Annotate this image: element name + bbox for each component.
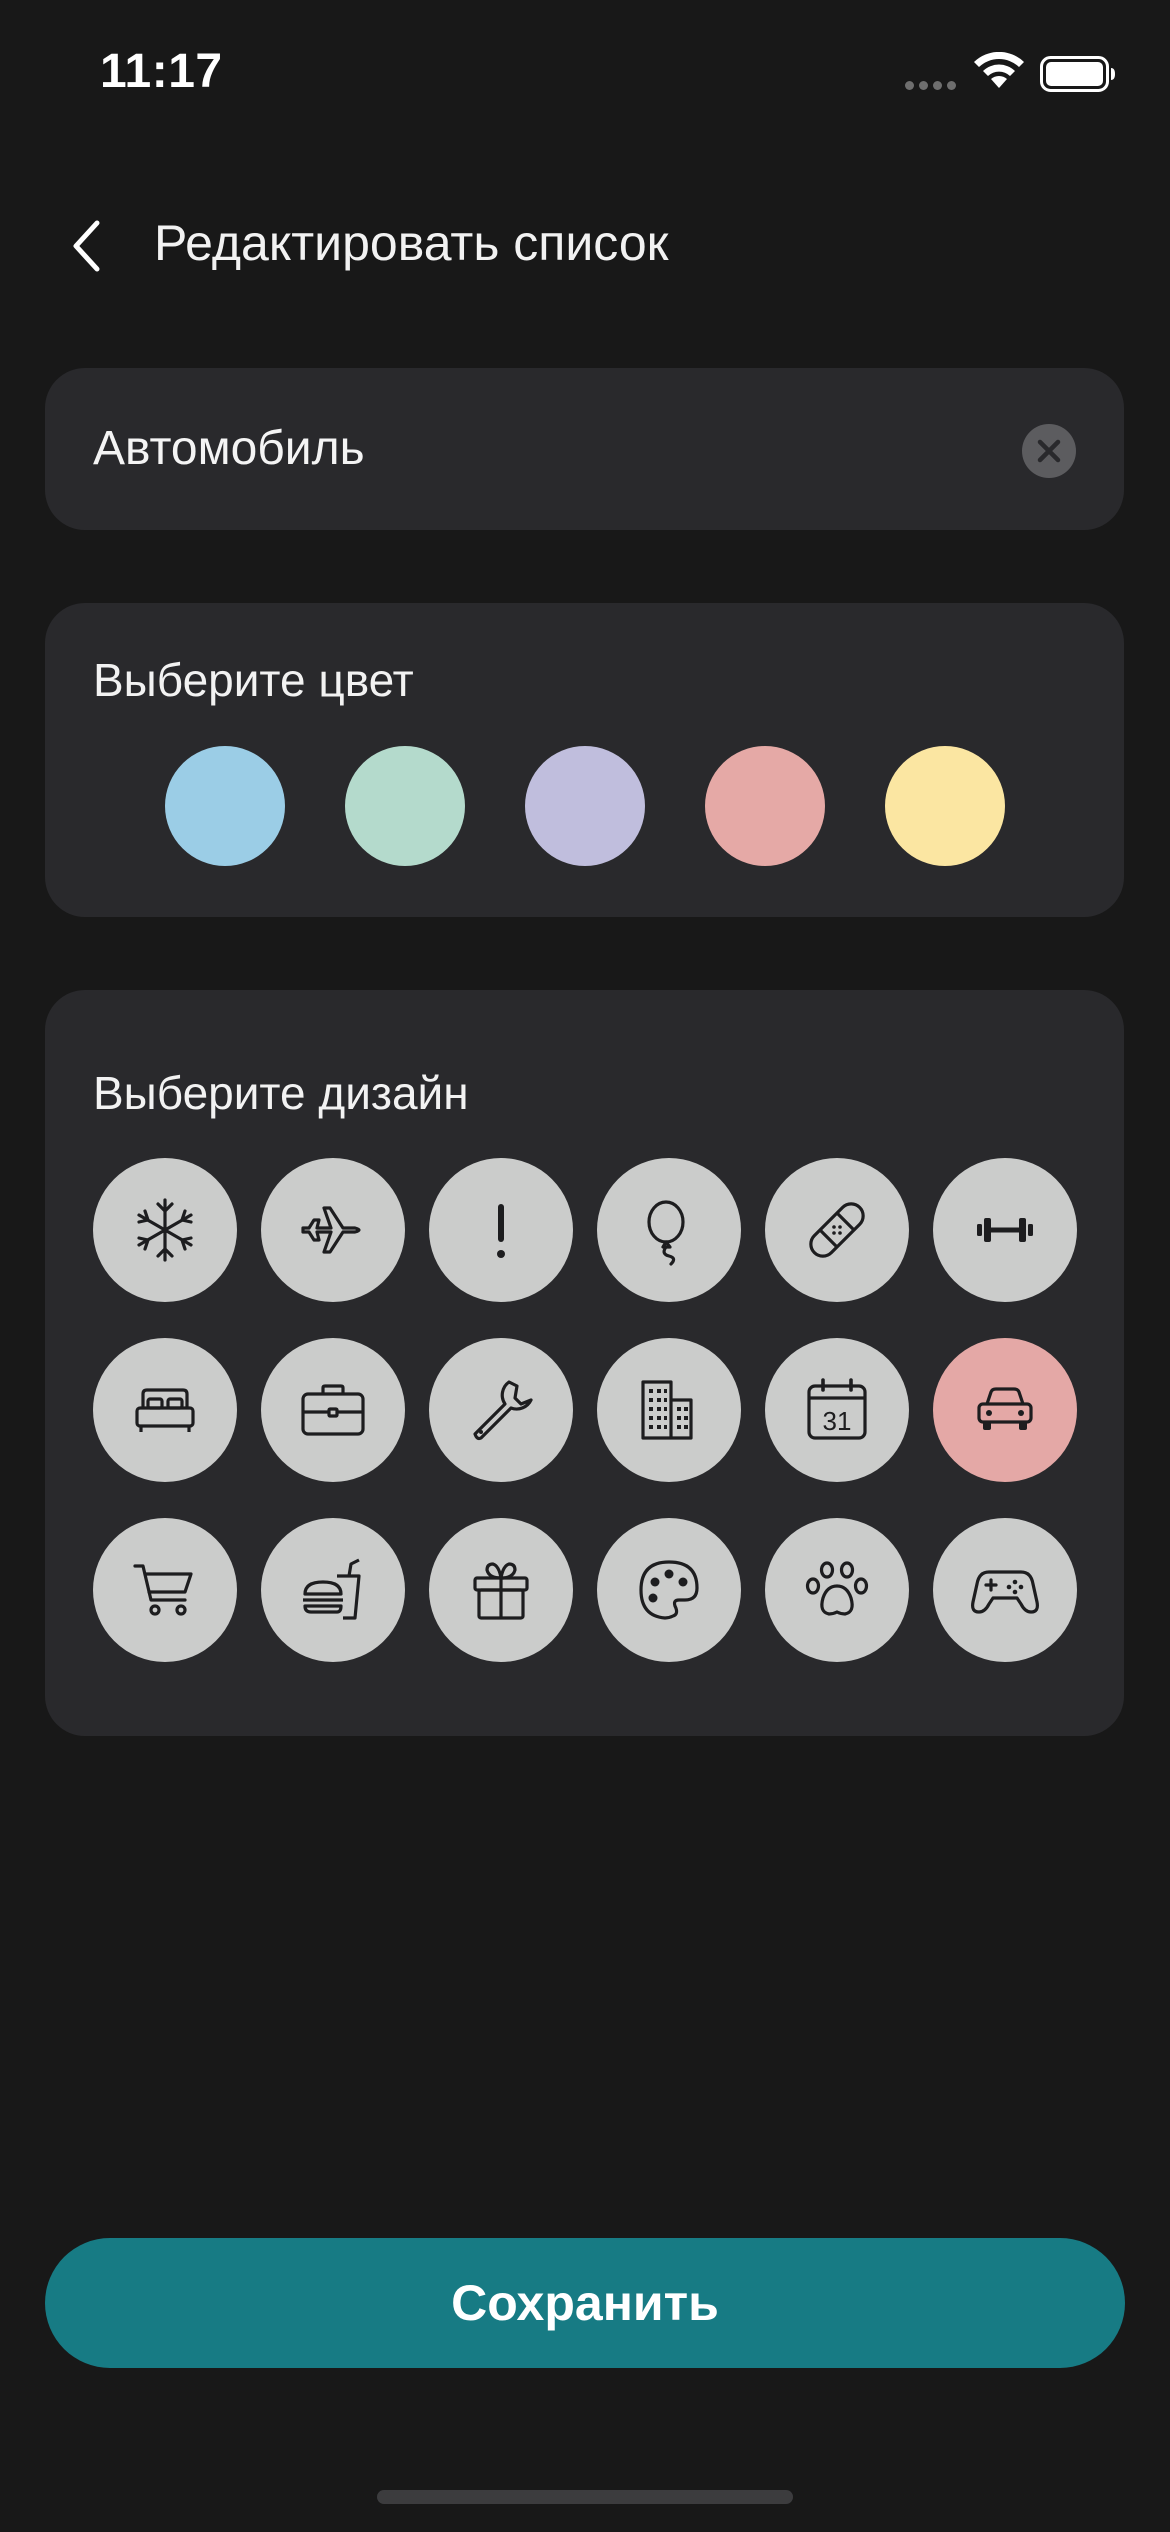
status-bar: 11:17 [0,0,1170,150]
design-option-balloon[interactable] [597,1158,741,1302]
design-option-bandage[interactable] [765,1158,909,1302]
exclamation-icon [497,1204,505,1258]
gamepad-icon [971,1570,1039,1614]
design-option-palette[interactable] [597,1518,741,1662]
design-option-car[interactable] [933,1338,1077,1482]
briefcase-icon [301,1384,365,1436]
design-option-fast-food[interactable] [261,1518,405,1662]
wrench-icon [473,1380,533,1441]
color-swatch-blue[interactable] [165,746,285,866]
page-title: Редактировать список [154,215,669,271]
close-icon [1037,439,1061,463]
back-button[interactable] [52,216,122,276]
car-icon [977,1387,1033,1430]
dumbbell-icon [977,1218,1033,1242]
color-swatch-pink[interactable] [705,746,825,866]
clear-button[interactable] [1022,424,1076,478]
design-picker-card: Выберите дизайн 31 [45,990,1124,1736]
color-swatch-yellow[interactable] [885,746,1005,866]
calendar-icon: 31 [807,1378,867,1440]
design-option-briefcase[interactable] [261,1338,405,1482]
design-option-shopping-cart[interactable] [93,1518,237,1662]
design-option-airplane[interactable] [261,1158,405,1302]
design-option-calendar[interactable]: 31 [765,1338,909,1482]
color-picker-card: Выберите цвет [45,603,1124,917]
design-option-gamepad[interactable] [933,1518,1077,1662]
design-option-dumbbell[interactable] [933,1158,1077,1302]
gift-icon [473,1562,529,1620]
fast-food-icon [303,1558,361,1620]
design-option-wrench[interactable] [429,1338,573,1482]
color-section-label: Выберите цвет [93,654,414,706]
design-option-exclamation[interactable] [429,1158,573,1302]
cellular-signal-icon [905,81,956,90]
building-icon [641,1380,693,1440]
save-button[interactable]: Сохранить [45,2238,1125,2368]
list-name-card [45,368,1124,530]
design-option-bed[interactable] [93,1338,237,1482]
airplane-icon [301,1206,361,1254]
design-option-paw[interactable] [765,1518,909,1662]
list-name-input[interactable] [93,418,993,478]
design-option-gift[interactable] [429,1518,573,1662]
balloon-icon [647,1200,685,1266]
header: Редактировать список [0,200,1170,290]
bed-icon [135,1388,195,1432]
status-time: 11:17 [100,45,223,98]
color-swatch-green[interactable] [345,746,465,866]
battery-icon [1040,56,1115,92]
design-option-building[interactable] [597,1338,741,1482]
shopping-cart-icon [133,1564,193,1616]
calendar-day-text: 31 [823,1406,852,1436]
color-swatch-lavender[interactable] [525,746,645,866]
palette-icon [639,1560,699,1620]
bandage-icon [809,1202,865,1258]
snowflake-icon [137,1198,193,1262]
wifi-icon [974,52,1024,88]
design-section-label: Выберите дизайн [93,1067,469,1119]
paw-icon [805,1561,869,1616]
chevron-left-icon [73,220,100,272]
home-indicator [377,2490,793,2504]
design-option-snowflake[interactable] [93,1158,237,1302]
